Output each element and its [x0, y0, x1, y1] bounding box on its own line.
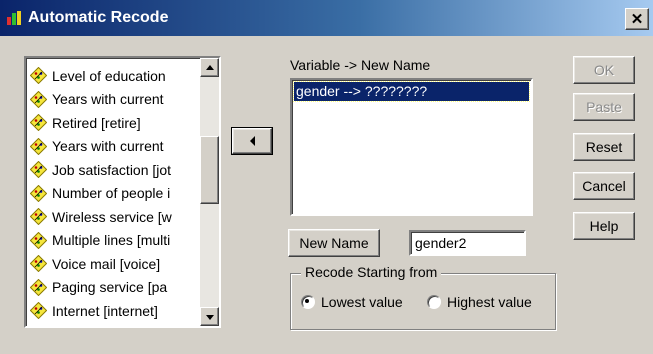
- variable-list-item[interactable]: Voice mail [voice]: [30, 252, 190, 275]
- mapping-list-item[interactable]: gender --> ????????: [293, 81, 530, 102]
- variable-list-item[interactable]: Job satisfaction [jot: [30, 158, 190, 181]
- variable-label: Years with current: [52, 138, 164, 154]
- nominal-variable-icon: [30, 67, 47, 84]
- highest-value-radio[interactable]: Highest value: [427, 294, 532, 310]
- variable-list-item[interactable]: Level of education: [30, 64, 190, 87]
- nominal-variable-icon: [30, 255, 47, 272]
- new-name-button[interactable]: New Name: [288, 229, 380, 257]
- spss-app-icon: [7, 11, 21, 25]
- close-icon: ✕: [630, 11, 644, 28]
- nominal-variable-icon: [30, 161, 47, 178]
- source-variable-list[interactable]: Level of education Years with current Reti…: [24, 56, 221, 328]
- variable-list-item[interactable]: Years with current: [30, 135, 190, 158]
- variable-list-item[interactable]: Number of people i: [30, 182, 190, 205]
- title-bar: Automatic Recode ✕: [0, 0, 653, 36]
- nominal-variable-icon: [30, 302, 47, 319]
- variable-label: Multiple lines [multi: [52, 232, 171, 248]
- variable-list-item[interactable]: Paging service [pa: [30, 276, 190, 299]
- variable-list-item[interactable]: Retired [retire]: [30, 111, 190, 134]
- nominal-variable-icon: [30, 278, 47, 296]
- variable-label: Level of education: [52, 67, 166, 84]
- variable-label: Job satisfaction [jot: [52, 161, 172, 178]
- arrow-down-icon: [206, 315, 214, 320]
- automatic-recode-dialog: Automatic Recode ✕ Level of education Yea…: [0, 0, 653, 354]
- variable-label: Internet [internet]: [52, 302, 158, 319]
- variable-label: Voice mail [voice]: [52, 255, 161, 272]
- variable-list-item[interactable]: Wireless service [w: [30, 205, 190, 228]
- scroll-thumb[interactable]: [200, 136, 219, 204]
- variable-list-scrollbar[interactable]: [200, 58, 219, 326]
- mapping-list[interactable]: gender --> ????????: [290, 78, 533, 216]
- nominal-variable-icon: [30, 231, 47, 249]
- arrow-up-icon: [206, 65, 214, 70]
- variable-label: Number of people i: [52, 185, 171, 201]
- lowest-value-label: Lowest value: [321, 294, 403, 310]
- nominal-variable-icon: [30, 184, 47, 202]
- nominal-variable-icon: [30, 208, 47, 225]
- ok-button[interactable]: OK: [573, 56, 635, 84]
- scroll-down-button[interactable]: [200, 307, 219, 326]
- radio-unchecked-icon: [427, 295, 441, 309]
- scroll-up-button[interactable]: [200, 58, 219, 77]
- nominal-variable-icon: [30, 137, 47, 155]
- variable-label: Paging service [pa: [52, 279, 168, 295]
- close-button[interactable]: ✕: [625, 8, 649, 30]
- help-button[interactable]: Help: [573, 212, 635, 240]
- highest-value-label: Highest value: [447, 294, 532, 310]
- radio-checked-icon: [301, 295, 315, 309]
- variable-list-item[interactable]: Years with current: [30, 88, 190, 111]
- variable-label: Retired [retire]: [52, 114, 141, 131]
- mapping-list-label: Variable -> New Name: [290, 57, 431, 73]
- lowest-value-radio[interactable]: Lowest value: [301, 294, 403, 310]
- move-left-arrow-icon: [249, 136, 255, 146]
- reset-button[interactable]: Reset: [573, 133, 635, 161]
- window-title: Automatic Recode: [28, 9, 169, 26]
- nominal-variable-icon: [30, 90, 47, 108]
- variable-label: Wireless service [w: [52, 208, 172, 225]
- new-name-input[interactable]: [409, 230, 526, 256]
- variable-list-item[interactable]: Internet [internet]: [30, 299, 190, 322]
- variable-list-item[interactable]: Multiple lines [multi: [30, 229, 190, 252]
- variable-label: Years with current: [52, 91, 164, 107]
- nominal-variable-icon: [30, 114, 47, 131]
- cancel-button[interactable]: Cancel: [573, 172, 635, 200]
- paste-button[interactable]: Paste: [573, 93, 635, 121]
- recode-group-legend: Recode Starting from: [301, 264, 442, 280]
- recode-starting-group: Recode Starting from Lowest value Highes…: [290, 264, 556, 330]
- move-variable-button[interactable]: [231, 127, 273, 155]
